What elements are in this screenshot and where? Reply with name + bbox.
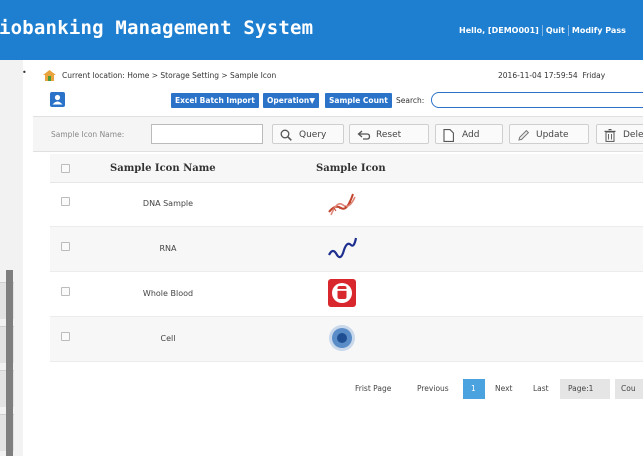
table-header: Sample Icon Name Sample Icon: [50, 154, 643, 183]
sample-icon-name-input[interactable]: [151, 124, 263, 144]
delete-label: Dele: [623, 130, 643, 140]
search-icon: [280, 129, 292, 141]
sample-icon-name-label: Sample Icon Name:: [51, 130, 125, 139]
sample-icon-name-cell: Cell: [160, 334, 176, 343]
row-checkbox[interactable]: [61, 197, 70, 206]
operation-dropdown-button[interactable]: Operation▼: [263, 93, 320, 108]
quit-link[interactable]: Quit: [546, 26, 565, 35]
divider: [541, 25, 543, 36]
reset-label: Reset: [376, 130, 402, 140]
reset-button[interactable]: Reset: [349, 124, 429, 144]
pagination: Frist Page Previous 1 Next Last Page:1 C…: [33, 378, 643, 400]
current-page-button[interactable]: 1: [463, 379, 485, 399]
filter-bar: Sample Icon Name: Query Reset Add Update…: [33, 116, 643, 152]
modify-password-link[interactable]: Modify Pass: [572, 26, 626, 35]
user-links: Hello, [DEMO001] Quit Modify Pass: [459, 25, 626, 36]
sample-icon-name-cell: RNA: [159, 244, 177, 253]
home-icon: [43, 70, 56, 81]
last-page-link[interactable]: Last: [533, 384, 549, 393]
row-checkbox[interactable]: [61, 332, 70, 341]
page-indicator-label: Page:1: [568, 384, 594, 393]
table-row[interactable]: RNA: [50, 227, 643, 272]
add-label: Add: [462, 130, 480, 140]
row-checkbox[interactable]: [61, 287, 70, 296]
sample-icon-name-cell: Whole Blood: [142, 289, 194, 298]
row-checkbox[interactable]: [61, 242, 70, 251]
excel-batch-import-button[interactable]: Excel Batch Import: [171, 93, 259, 108]
first-page-link[interactable]: Frist Page: [355, 384, 391, 393]
rna-icon: [328, 237, 357, 259]
query-button[interactable]: Query: [272, 124, 344, 144]
search-input[interactable]: [431, 92, 643, 108]
datetime-display: 2016-11-04 17:59:54 Friday: [498, 71, 605, 80]
breadcrumb-bar: Current location: Home > Storage Setting…: [33, 70, 643, 84]
previous-page-link[interactable]: Previous: [417, 384, 449, 393]
divider: [567, 25, 569, 36]
sample-count-button[interactable]: Sample Count: [325, 93, 392, 108]
reset-icon: [357, 130, 371, 140]
app-header: iobanking Management System Hello, [DEMO…: [0, 0, 643, 60]
breadcrumb: Current location: Home > Storage Setting…: [62, 71, 277, 80]
add-document-icon: [443, 129, 454, 142]
update-button[interactable]: Update: [509, 124, 589, 144]
table-row[interactable]: DNA Sample: [50, 182, 643, 227]
user-icon: [52, 94, 63, 105]
current-page-number: 1: [471, 384, 476, 393]
page-indicator: Page:1: [560, 379, 610, 399]
count-indicator-label: Cou: [621, 384, 636, 393]
search-label: Search:: [396, 96, 425, 105]
table-row[interactable]: Cell: [50, 317, 643, 362]
toolbar: Excel Batch Import Operation▼ Sample Cou…: [33, 90, 643, 112]
user-icon-button[interactable]: [50, 92, 65, 107]
dna-icon: [328, 193, 356, 216]
sample-icon-name-cell: DNA Sample: [142, 199, 194, 208]
trash-icon: [604, 129, 616, 142]
update-label: Update: [536, 130, 569, 140]
select-all-checkbox[interactable]: [61, 164, 70, 173]
add-button[interactable]: Add: [435, 124, 503, 144]
weekday-value: Friday: [582, 71, 606, 80]
datetime-value: 2016-11-04 17:59:54: [498, 71, 578, 80]
column-header-name: Sample Icon Name: [110, 163, 216, 174]
query-label: Query: [299, 130, 327, 140]
blood-tube-icon: [328, 279, 356, 307]
delete-button[interactable]: Dele: [596, 124, 643, 144]
main-content: Current location: Home > Storage Setting…: [33, 60, 643, 456]
count-indicator: Cou: [615, 379, 643, 399]
app-title: iobanking Management System: [0, 17, 314, 39]
column-header-icon: Sample Icon: [316, 163, 386, 174]
sidebar-scrollbar[interactable]: [6, 270, 13, 456]
collapse-toggle-icon[interactable]: •: [22, 68, 27, 77]
pencil-icon: [518, 129, 530, 141]
table-row[interactable]: Whole Blood: [50, 272, 643, 317]
user-greeting: Hello, [DEMO001]: [459, 26, 539, 35]
cell-icon: [329, 325, 355, 351]
next-page-link[interactable]: Next: [495, 384, 512, 393]
